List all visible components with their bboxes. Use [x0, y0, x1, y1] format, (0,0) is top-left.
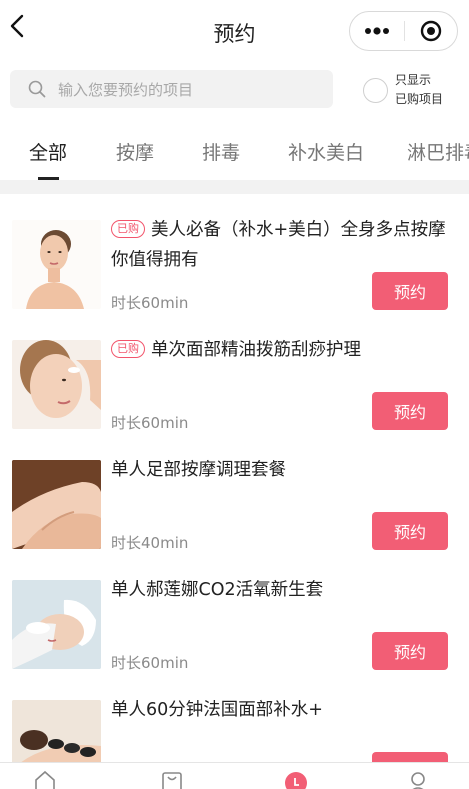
- tab-massage[interactable]: 按摩: [116, 138, 154, 165]
- bottom-tab-bar: [0, 762, 469, 789]
- list-item[interactable]: 已购 单次面部精油拨筋刮痧护理 时长60min 预约: [0, 314, 469, 434]
- service-duration: 时长60min: [111, 414, 189, 432]
- home-icon[interactable]: [33, 769, 57, 789]
- book-button[interactable]: 预约: [372, 512, 448, 550]
- book-button[interactable]: 预约: [372, 392, 448, 430]
- only-purchased-toggle[interactable]: 只显示 已购项目: [363, 70, 463, 110]
- service-duration: 时长60min: [111, 294, 189, 312]
- mini-program-capsule: [349, 11, 458, 51]
- list-item[interactable]: 单人60分钟法国面部补水+ 预约: [0, 674, 469, 762]
- service-title: 已购 单次面部精油拨筋刮痧护理: [111, 335, 447, 365]
- book-button[interactable]: 预约: [372, 632, 448, 670]
- category-tabs: 全部 按摩 排毒 补水美白 淋巴排毒: [0, 124, 469, 180]
- service-image: [12, 700, 101, 762]
- only-purchased-radio[interactable]: [363, 77, 388, 103]
- target-icon: [420, 20, 441, 42]
- search-placeholder: 输入您要预约的项目: [58, 80, 194, 99]
- book-button[interactable]: 预约: [372, 272, 448, 310]
- list-item[interactable]: 单人足部按摩调理套餐 时长40min 预约: [0, 434, 469, 554]
- nav-bar: 预约: [0, 0, 469, 62]
- close-program-button[interactable]: [404, 12, 457, 50]
- service-duration: 时长60min: [111, 654, 189, 672]
- service-title: 已购 美人必备（补水+美白）全身多点按摩你值得拥有: [111, 220, 446, 270]
- service-title: 单人郝莲娜CO2活氧新生套: [111, 580, 324, 600]
- profile-icon[interactable]: [406, 769, 430, 789]
- search-input[interactable]: 输入您要预约的项目: [10, 70, 333, 108]
- list-item[interactable]: 单人郝莲娜CO2活氧新生套 时长60min 预约: [0, 554, 469, 674]
- list-item[interactable]: 已购 美人必备（补水+美白）全身多点按摩你值得拥有 时长60min 预约: [0, 194, 469, 314]
- booking-icon[interactable]: [284, 769, 308, 789]
- more-button[interactable]: [350, 12, 404, 50]
- more-dots-icon: [364, 27, 389, 35]
- service-title: 单人60分钟法国面部补水+: [111, 700, 323, 720]
- tab-hydrate-whitening[interactable]: 补水美白: [288, 138, 364, 165]
- service-image: [12, 580, 101, 669]
- section-divider: [0, 180, 469, 194]
- tab-lymph-detox[interactable]: 淋巴排毒: [407, 138, 469, 165]
- purchased-badge: 已购: [111, 220, 145, 238]
- service-duration: 时长40min: [111, 534, 189, 552]
- service-image: [12, 220, 101, 309]
- service-image: [12, 340, 101, 429]
- service-title: 单人足部按摩调理套餐: [111, 460, 286, 480]
- tab-detox[interactable]: 排毒: [202, 138, 240, 165]
- service-image: [12, 460, 101, 549]
- search-icon: [28, 80, 46, 98]
- book-button[interactable]: 预约: [372, 752, 448, 762]
- service-list: 已购 美人必备（补水+美白）全身多点按摩你值得拥有 时长60min 预约 已购 单次…: [0, 194, 469, 762]
- only-purchased-label: 只显示 已购项目: [395, 73, 444, 106]
- purchased-badge: 已购: [111, 340, 145, 358]
- bag-icon[interactable]: [160, 769, 184, 789]
- tab-all[interactable]: 全部: [29, 138, 67, 165]
